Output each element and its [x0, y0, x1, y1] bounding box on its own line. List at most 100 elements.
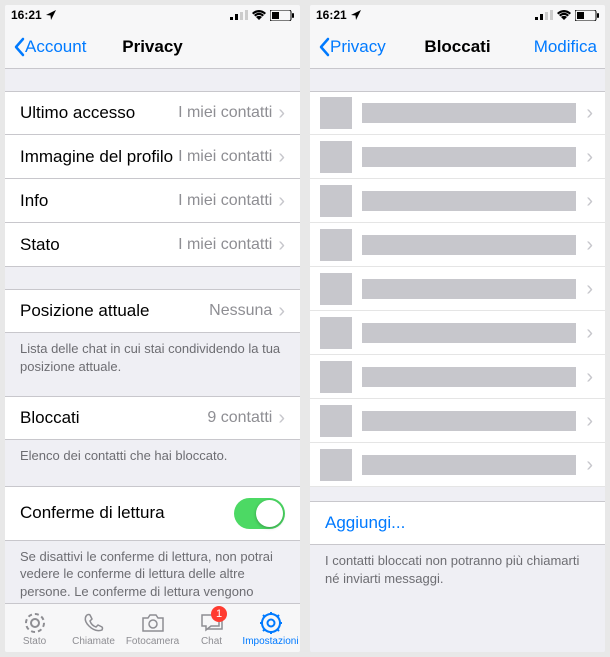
read-receipts-footer: Se disattivi le conferme di lettura, non… [5, 541, 300, 603]
blocked-contact-row[interactable]: › [310, 223, 605, 267]
tab-label: Stato [23, 636, 46, 647]
avatar-placeholder [320, 229, 352, 261]
chevron-right-icon: › [586, 147, 593, 167]
chevron-left-icon [318, 37, 330, 57]
avatar-placeholder [320, 97, 352, 129]
chevron-right-icon: › [278, 301, 285, 321]
name-placeholder [362, 147, 576, 167]
blocked-contact-row[interactable]: › [310, 311, 605, 355]
chevron-right-icon: › [586, 279, 593, 299]
name-placeholder [362, 191, 576, 211]
avatar-placeholder [320, 185, 352, 217]
back-button[interactable]: Privacy [318, 37, 386, 57]
cell-label: Conferme di lettura [20, 503, 234, 523]
cell-value: I miei contatti [178, 236, 272, 254]
chevron-right-icon: › [278, 191, 285, 211]
back-label: Privacy [330, 37, 386, 57]
edit-button[interactable]: Modifica [534, 37, 597, 57]
tab-label: Impostazioni [242, 636, 298, 647]
status-time: 16:21 [11, 8, 42, 22]
read-receipts-switch[interactable] [234, 498, 285, 529]
wifi-icon [557, 10, 571, 20]
blocked-contact-row[interactable]: › [310, 399, 605, 443]
row-status[interactable]: Stato I miei contatti › [5, 223, 300, 267]
chevron-right-icon: › [586, 235, 593, 255]
tab-label: Chat [201, 636, 222, 647]
blocked-contact-row[interactable]: › [310, 267, 605, 311]
cell-label: Ultimo accesso [20, 103, 178, 123]
add-label: Aggiungi... [325, 513, 405, 533]
row-last-seen[interactable]: Ultimo accesso I miei contatti › [5, 91, 300, 135]
blocked-footer: I contatti bloccati non potranno più chi… [310, 545, 605, 594]
chevron-right-icon: › [586, 367, 593, 387]
status-bar: 16:21 [5, 5, 300, 25]
row-profile-photo[interactable]: Immagine del profilo I miei contatti › [5, 135, 300, 179]
cell-value: I miei contatti [178, 192, 272, 210]
name-placeholder [362, 455, 576, 475]
name-placeholder [362, 411, 576, 431]
row-blocked[interactable]: Bloccati 9 contatti › [5, 396, 300, 440]
tab-label: Fotocamera [126, 636, 179, 647]
cell-value: I miei contatti [178, 148, 272, 166]
cell-value: Nessuna [209, 302, 272, 320]
blocked-contact-row[interactable]: › [310, 179, 605, 223]
status-bar: 16:21 [310, 5, 605, 25]
privacy-screen: 16:21 Account [5, 5, 300, 652]
signal-icon [230, 10, 248, 20]
blocked-contact-row[interactable]: › [310, 355, 605, 399]
blocked-contact-row[interactable]: › [310, 443, 605, 487]
chevron-right-icon: › [586, 191, 593, 211]
tab-settings[interactable]: Impostazioni [241, 604, 300, 652]
tab-chats[interactable]: 1 Chat [182, 604, 241, 652]
add-contact-button[interactable]: Aggiungi... [310, 501, 605, 545]
phone-icon [82, 610, 106, 636]
avatar-placeholder [320, 141, 352, 173]
chevron-left-icon [13, 37, 25, 57]
chevron-right-icon: › [278, 408, 285, 428]
name-placeholder [362, 103, 576, 123]
location-arrow-icon [46, 10, 56, 20]
blocked-footer: Elenco dei contatti che hai bloccato. [5, 440, 300, 472]
row-read-receipts[interactable]: Conferme di lettura [5, 486, 300, 541]
battery-icon [270, 10, 294, 21]
signal-icon [535, 10, 553, 20]
cell-value: I miei contatti [178, 104, 272, 122]
tab-status[interactable]: Stato [5, 604, 64, 652]
chevron-right-icon: › [586, 103, 593, 123]
nav-bar: Account Privacy [5, 25, 300, 69]
avatar-placeholder [320, 405, 352, 437]
blocked-screen: 16:21 Privacy [310, 5, 605, 652]
name-placeholder [362, 235, 576, 255]
cell-label: Bloccati [20, 408, 207, 428]
wifi-icon [252, 10, 266, 20]
chevron-right-icon: › [278, 103, 285, 123]
chevron-right-icon: › [586, 323, 593, 343]
blocked-contact-row[interactable]: › [310, 135, 605, 179]
camera-icon [140, 610, 166, 636]
cell-label: Immagine del profilo [20, 147, 178, 167]
tab-calls[interactable]: Chiamate [64, 604, 123, 652]
row-about[interactable]: Info I miei contatti › [5, 179, 300, 223]
gear-icon [259, 610, 283, 636]
name-placeholder [362, 323, 576, 343]
row-live-location[interactable]: Posizione attuale Nessuna › [5, 289, 300, 333]
name-placeholder [362, 279, 576, 299]
tab-label: Chiamate [72, 636, 115, 647]
content: › › › › › › › › › Aggiungi... I contatti bloccat… [310, 69, 605, 652]
tab-bar: Stato Chiamate Fotocamera 1 Chat Impos [5, 603, 300, 652]
name-placeholder [362, 367, 576, 387]
chevron-right-icon: › [586, 455, 593, 475]
back-label: Account [25, 37, 86, 57]
chevron-right-icon: › [278, 235, 285, 255]
cell-label: Info [20, 191, 178, 211]
tab-camera[interactable]: Fotocamera [123, 604, 182, 652]
status-time: 16:21 [316, 8, 347, 22]
nav-bar: Privacy Bloccati Modifica [310, 25, 605, 69]
blocked-contact-row[interactable]: › [310, 91, 605, 135]
back-button[interactable]: Account [13, 37, 86, 57]
chevron-right-icon: › [586, 411, 593, 431]
battery-icon [575, 10, 599, 21]
live-location-footer: Lista delle chat in cui stai condividend… [5, 333, 300, 382]
avatar-placeholder [320, 317, 352, 349]
cell-label: Posizione attuale [20, 301, 209, 321]
